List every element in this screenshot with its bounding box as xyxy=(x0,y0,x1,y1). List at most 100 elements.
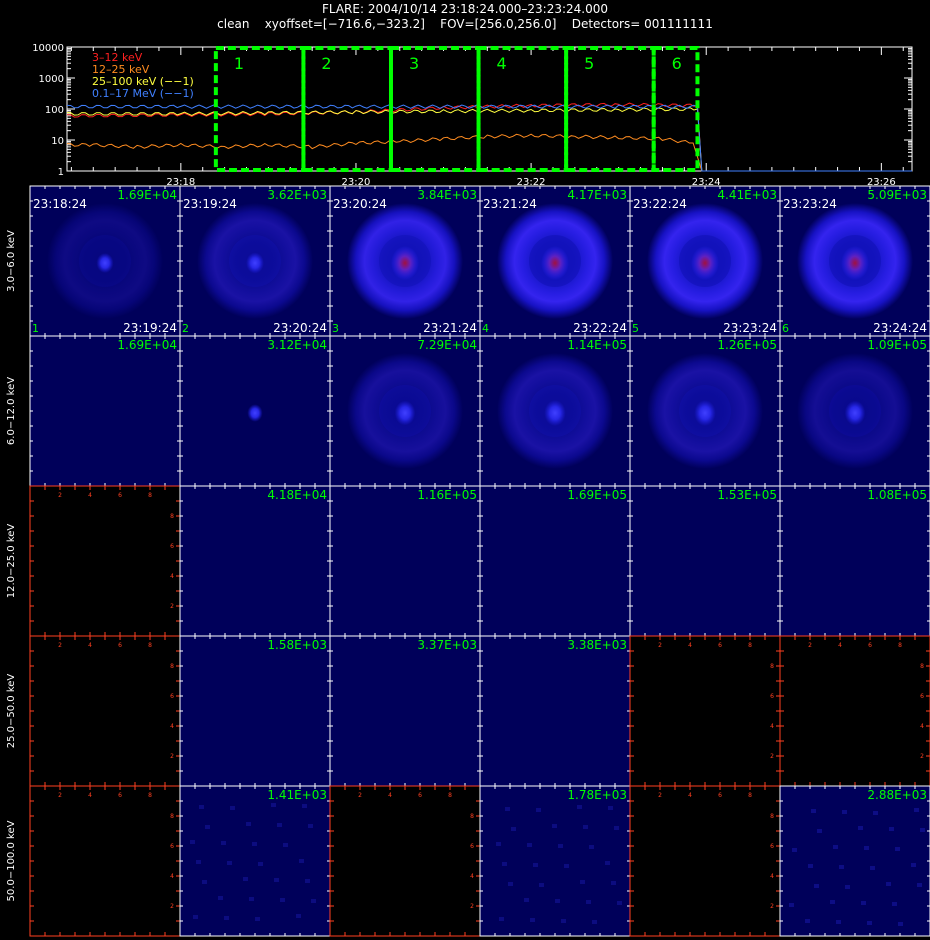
panel-background xyxy=(780,786,930,936)
axis-tick-label: 4 xyxy=(920,723,924,730)
flare-core xyxy=(841,246,869,280)
empty-panel xyxy=(29,485,181,637)
noise-speckle xyxy=(858,826,863,830)
image-panel: 1.78E+03 xyxy=(479,785,631,937)
noise-speckle xyxy=(243,877,248,881)
axis-tick-label: 2 xyxy=(358,792,362,799)
noise-speckle xyxy=(839,865,844,869)
panel-max-value: 1.69E+05 xyxy=(567,488,627,502)
image-panel: 2 2 4 4 6 6 8 8 xyxy=(779,635,930,787)
noise-speckle xyxy=(886,882,891,886)
noise-speckle xyxy=(252,842,257,846)
panel-max-value: 4.18E+04 xyxy=(267,488,327,502)
axis-tick-label: 2 xyxy=(58,792,62,799)
noise-speckle xyxy=(914,808,919,812)
axis-tick-label: 2 xyxy=(770,753,774,760)
panel-max-value: 3.37E+03 xyxy=(417,638,477,652)
axis-tick-label: 6 xyxy=(718,642,722,649)
noise-speckle xyxy=(511,827,516,831)
flare-core xyxy=(541,246,569,280)
image-panel: 1.14E+05 xyxy=(479,335,631,487)
image-panel: 2 2 4 4 6 6 8 8 xyxy=(29,635,181,787)
axis-tick-label: 8 xyxy=(148,492,152,499)
energy-band-label: 25.0−50.0 keV xyxy=(6,674,17,749)
panel-max-value: 7.29E+04 xyxy=(417,338,477,352)
axis-tick-label: 6 xyxy=(118,642,122,649)
panel-max-value: 1.14E+05 xyxy=(567,338,627,352)
panel-background xyxy=(330,636,480,786)
image-panel: 3.62E+03 23:19:24 23:20:24 2 xyxy=(179,185,331,337)
noise-speckle xyxy=(836,920,841,924)
noise-speckle xyxy=(505,807,510,811)
image-panel: 4.41E+03 23:22:24 23:23:24 5 xyxy=(629,185,781,337)
flare-core xyxy=(844,400,866,426)
axis-tick-label: 4 xyxy=(770,873,774,880)
noise-speckle xyxy=(530,918,535,922)
panel-background xyxy=(180,486,330,636)
noise-speckle xyxy=(586,900,591,904)
noise-speckle xyxy=(811,809,816,813)
empty-panel xyxy=(29,635,181,787)
panel-end-time: 23:19:24 xyxy=(123,321,177,335)
panel-start-time: 23:21:24 xyxy=(483,197,537,211)
noise-speckle xyxy=(552,824,557,828)
noise-speckle xyxy=(255,917,260,921)
noise-speckle xyxy=(190,840,195,844)
image-panel: 3.37E+03 xyxy=(329,635,481,787)
noise-speckle xyxy=(617,901,622,905)
panel-max-value: 3.62E+03 xyxy=(267,188,327,202)
noise-speckle xyxy=(274,878,279,882)
noise-speckle xyxy=(561,919,566,923)
panel-start-time: 23:18:24 xyxy=(33,197,87,211)
panel-background xyxy=(630,486,780,636)
axis-tick-label: 8 xyxy=(170,813,174,820)
axis-tick-label: 8 xyxy=(148,642,152,649)
image-panel: 1.58E+03 xyxy=(179,635,331,787)
noise-speckle xyxy=(805,919,810,923)
noise-speckle xyxy=(870,866,875,870)
panel-max-value: 1.58E+03 xyxy=(267,638,327,652)
noise-speckle xyxy=(917,883,922,887)
axis-tick-label: 2 xyxy=(170,903,174,910)
flare-core xyxy=(694,400,716,426)
axis-tick-label: 4 xyxy=(688,642,692,649)
panel-interval-number: 3 xyxy=(332,322,339,335)
noise-speckle xyxy=(277,823,282,827)
axis-tick-label: 8 xyxy=(748,792,752,799)
flare-core xyxy=(96,253,114,273)
panel-start-time: 23:23:24 xyxy=(783,197,837,211)
panel-max-value: 2.88E+03 xyxy=(867,788,927,802)
axis-tick-label: 2 xyxy=(470,903,474,910)
flare-core xyxy=(391,246,419,280)
image-panel: 4.18E+04 xyxy=(179,485,331,637)
axis-tick-label: 8 xyxy=(470,813,474,820)
noise-speckle xyxy=(533,863,538,867)
axis-tick-label: 8 xyxy=(170,663,174,670)
axis-tick-label: 2 xyxy=(920,753,924,760)
noise-speckle xyxy=(808,864,813,868)
panel-max-value: 3.12E+04 xyxy=(267,338,327,352)
noise-speckle xyxy=(580,880,585,884)
panel-max-value: 1.78E+03 xyxy=(567,788,627,802)
noise-speckle xyxy=(589,845,594,849)
axis-tick-label: 2 xyxy=(58,492,62,499)
panel-max-value: 4.41E+03 xyxy=(717,188,777,202)
noise-speckle xyxy=(280,898,285,902)
noise-speckle xyxy=(193,915,198,919)
energy-band-label: 12.0−25.0 keV xyxy=(6,524,17,599)
image-panel: 2 2 4 4 6 6 8 8 xyxy=(629,635,781,787)
empty-panel xyxy=(629,635,781,787)
axis-tick-label: 6 xyxy=(170,693,174,700)
panel-end-time: 23:23:24 xyxy=(723,321,777,335)
panel-background xyxy=(180,636,330,786)
panel-start-time: 23:22:24 xyxy=(633,197,687,211)
noise-speckle xyxy=(508,882,513,886)
noise-speckle xyxy=(842,810,847,814)
noise-speckle xyxy=(196,860,201,864)
axis-tick-label: 2 xyxy=(770,903,774,910)
noise-speckle xyxy=(218,896,223,900)
noise-speckle xyxy=(202,880,207,884)
axis-tick-label: 8 xyxy=(920,663,924,670)
axis-tick-label: 6 xyxy=(170,543,174,550)
noise-speckle xyxy=(555,899,560,903)
